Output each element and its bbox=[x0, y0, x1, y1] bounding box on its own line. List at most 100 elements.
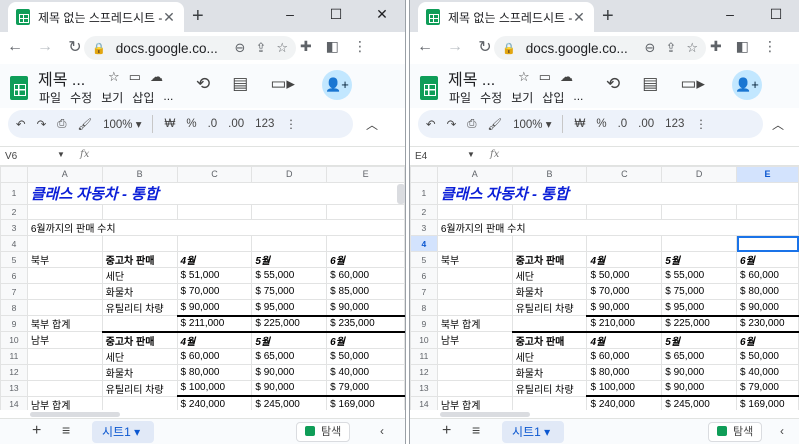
cell[interactable]: $ 50,000 bbox=[586, 267, 663, 285]
minimize-icon[interactable]: – bbox=[267, 0, 313, 32]
print-icon[interactable]: ⎙ bbox=[467, 118, 476, 131]
select-all-corner[interactable] bbox=[410, 166, 438, 183]
star-icon[interactable]: ☆ bbox=[518, 69, 539, 84]
cell[interactable] bbox=[26, 347, 103, 365]
cell[interactable] bbox=[511, 203, 588, 221]
version-history-icon[interactable]: ⟲ bbox=[196, 74, 210, 94]
version-history-icon[interactable]: ⟲ bbox=[606, 74, 620, 94]
cell[interactable]: $ 90,000 bbox=[251, 363, 328, 381]
menu-file[interactable]: 파일 bbox=[39, 89, 61, 106]
cell[interactable]: $ 85,000 bbox=[326, 283, 405, 301]
back-icon[interactable]: ← bbox=[410, 38, 440, 56]
number-format-button[interactable]: 123 bbox=[255, 118, 274, 130]
more-menu-icon[interactable]: ⋮ bbox=[763, 38, 777, 55]
more-tools-icon[interactable]: ⋮ bbox=[285, 117, 297, 131]
cell[interactable] bbox=[176, 235, 253, 253]
cell[interactable]: 6월 bbox=[736, 251, 799, 269]
row-header[interactable]: 9 bbox=[0, 315, 28, 333]
cell[interactable]: 클래스 자동차 - 통합 bbox=[26, 181, 405, 205]
menu-edit[interactable]: 수정 bbox=[70, 89, 92, 106]
column-header[interactable]: C bbox=[586, 166, 663, 183]
selected-cell[interactable] bbox=[736, 235, 799, 253]
increase-decimal-button[interactable]: .00 bbox=[638, 118, 654, 130]
share-page-icon[interactable]: ⇪ bbox=[255, 40, 266, 56]
column-header[interactable]: A bbox=[26, 166, 103, 183]
comments-icon[interactable]: ▤ bbox=[642, 74, 658, 94]
all-sheets-icon[interactable]: ≡ bbox=[62, 422, 70, 438]
bookmark-star-icon[interactable]: ☆ bbox=[276, 40, 288, 56]
name-box-dropdown-icon[interactable]: ▼ bbox=[57, 150, 65, 159]
column-header[interactable]: B bbox=[101, 166, 178, 183]
menu-insert[interactable]: 삽입 bbox=[132, 89, 154, 106]
name-box-dropdown-icon[interactable]: ▼ bbox=[467, 150, 475, 159]
cell[interactable]: 5월 bbox=[251, 251, 328, 269]
cell[interactable] bbox=[326, 203, 405, 221]
cell[interactable]: $ 80,000 bbox=[736, 283, 799, 301]
cell[interactable]: 북부 bbox=[436, 251, 513, 269]
cell[interactable] bbox=[436, 347, 513, 365]
cell[interactable]: 5월 bbox=[661, 251, 738, 269]
cell[interactable]: $ 90,000 bbox=[326, 299, 405, 317]
more-menu-icon[interactable]: ⋮ bbox=[353, 38, 367, 55]
cell[interactable]: $ 60,000 bbox=[326, 267, 405, 285]
row-header[interactable]: 10 bbox=[0, 331, 28, 349]
cell[interactable] bbox=[661, 203, 738, 221]
cell[interactable]: $ 60,000 bbox=[176, 347, 253, 365]
cloud-status-icon[interactable]: ☁ bbox=[150, 69, 172, 84]
cell[interactable]: $ 211,000 bbox=[176, 314, 253, 333]
share-button[interactable]: 👤+ bbox=[322, 70, 352, 100]
share-button[interactable]: 👤+ bbox=[732, 70, 762, 100]
document-title[interactable]: 제목 ... bbox=[38, 66, 85, 90]
cell[interactable] bbox=[176, 203, 253, 221]
currency-format-button[interactable]: ₩ bbox=[574, 118, 585, 130]
row-header[interactable]: 13 bbox=[410, 379, 438, 397]
cell[interactable] bbox=[736, 203, 799, 221]
cell[interactable]: 화물차 bbox=[511, 283, 588, 301]
add-sheet-icon[interactable]: + bbox=[442, 422, 451, 440]
cell[interactable] bbox=[661, 235, 738, 253]
cell[interactable] bbox=[436, 203, 513, 221]
sheet-tab[interactable]: 시트1 ▾ bbox=[92, 421, 154, 443]
number-format-button[interactable]: 123 bbox=[665, 118, 684, 130]
cell[interactable] bbox=[26, 299, 103, 317]
close-tab-icon[interactable]: ✕ bbox=[572, 9, 586, 26]
cloud-status-icon[interactable]: ☁ bbox=[560, 69, 582, 84]
cell[interactable]: $ 55,000 bbox=[661, 267, 738, 285]
cell[interactable] bbox=[26, 363, 103, 381]
cell[interactable]: $ 80,000 bbox=[176, 363, 253, 381]
paint-format-icon[interactable]: 🖌 bbox=[77, 117, 92, 131]
cell[interactable]: 클래스 자동차 - 통합 bbox=[436, 181, 799, 205]
column-header[interactable]: C bbox=[176, 166, 253, 183]
cell[interactable]: 중고차 판매 bbox=[101, 330, 178, 349]
all-sheets-icon[interactable]: ≡ bbox=[472, 422, 480, 438]
cell[interactable]: $ 70,000 bbox=[176, 283, 253, 301]
sheets-logo-icon[interactable] bbox=[10, 76, 28, 100]
cell[interactable]: 유틸리티 차량 bbox=[511, 379, 588, 397]
row-header[interactable]: 7 bbox=[0, 283, 28, 301]
cell[interactable]: $ 95,000 bbox=[251, 299, 328, 317]
row-header[interactable]: 4 bbox=[0, 235, 28, 253]
cell[interactable]: 세단 bbox=[511, 347, 588, 365]
minimize-icon[interactable]: – bbox=[707, 0, 753, 32]
cell[interactable]: $ 80,000 bbox=[586, 363, 663, 381]
cell[interactable]: 남부 bbox=[436, 331, 513, 349]
row-header[interactable]: 5 bbox=[0, 251, 28, 269]
explore-button[interactable]: 탐색 bbox=[296, 422, 351, 442]
new-tab-icon[interactable]: + bbox=[602, 5, 614, 28]
row-header[interactable]: 3 bbox=[410, 219, 438, 237]
back-icon[interactable]: ← bbox=[0, 38, 30, 56]
cell[interactable]: $ 225,000 bbox=[661, 314, 738, 333]
forward-icon[interactable]: → bbox=[440, 38, 470, 56]
cell[interactable]: 5월 bbox=[661, 330, 738, 349]
zoom-icon[interactable]: ⊖ bbox=[645, 40, 656, 56]
row-header[interactable]: 13 bbox=[0, 379, 28, 397]
cell[interactable]: $ 90,000 bbox=[736, 299, 799, 317]
comments-icon[interactable]: ▤ bbox=[232, 74, 248, 94]
cell[interactable]: 화물차 bbox=[101, 363, 178, 381]
name-box[interactable]: V6 bbox=[5, 151, 17, 162]
cell[interactable]: $ 70,000 bbox=[586, 283, 663, 301]
side-panel-toggle-icon[interactable]: ‹ bbox=[380, 424, 384, 438]
cell[interactable]: $ 75,000 bbox=[251, 283, 328, 301]
cell[interactable] bbox=[436, 267, 513, 285]
cell[interactable] bbox=[326, 235, 405, 253]
